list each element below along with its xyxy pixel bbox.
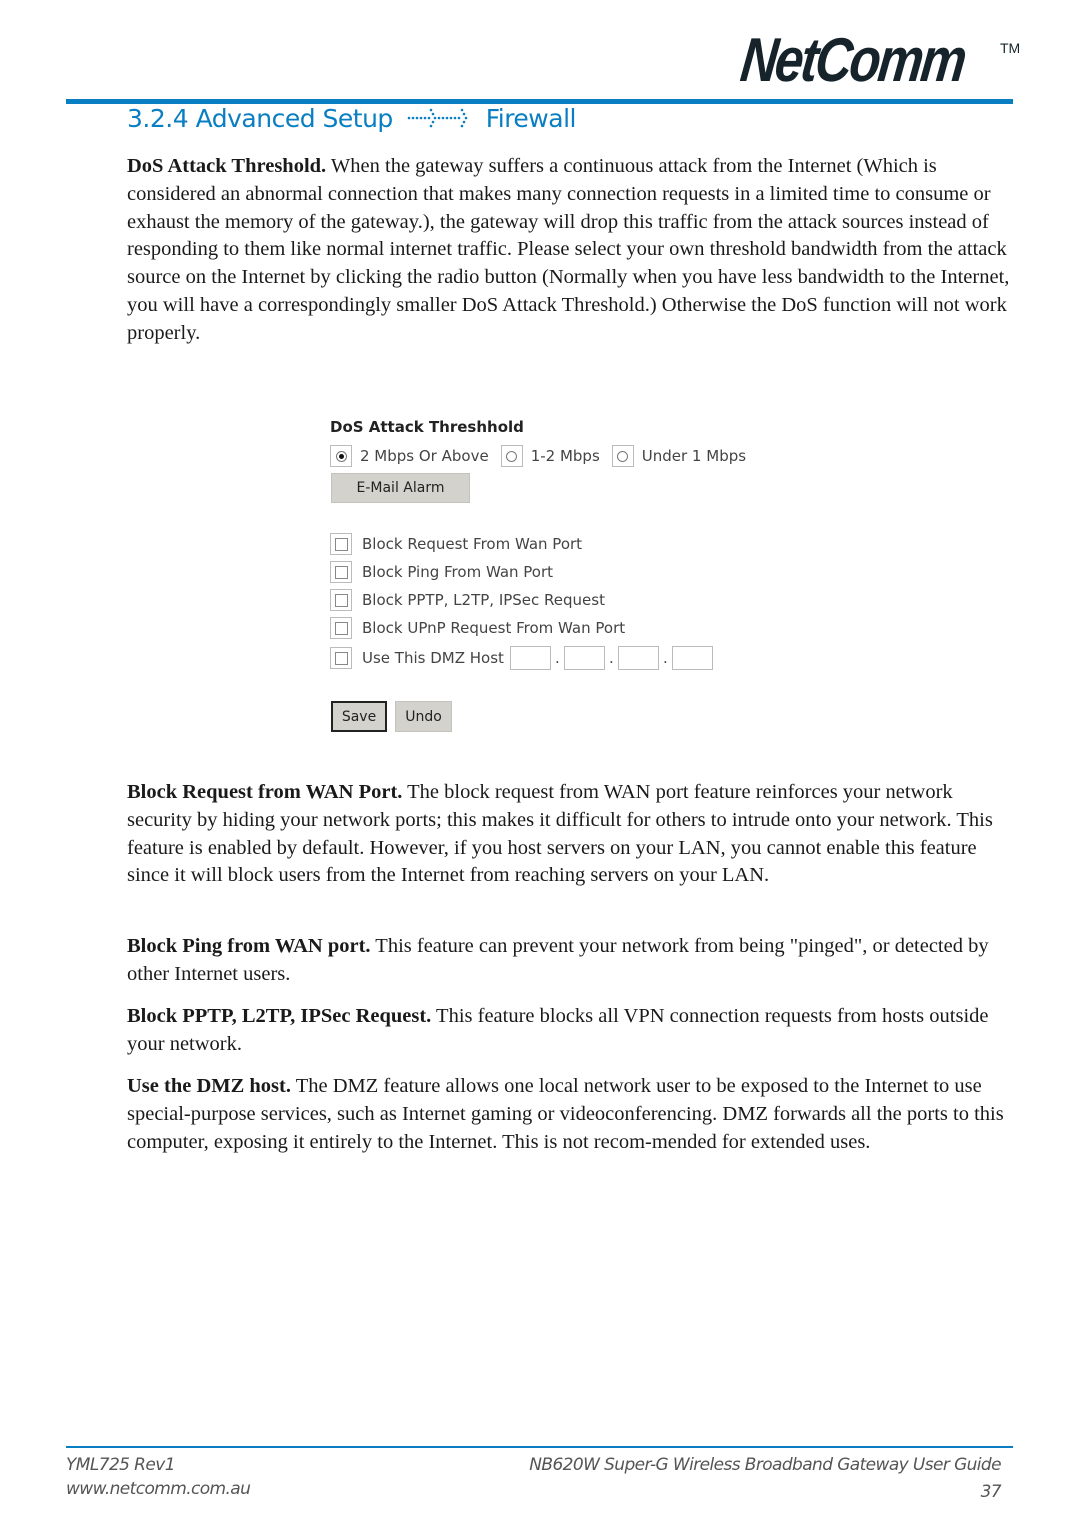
logo-text: NetComm [737,26,969,95]
undo-button[interactable]: Undo [395,701,452,732]
netcomm-logo: NetComm TM [737,26,1025,95]
dmz-ip-octet-3[interactable] [617,646,659,670]
trademark-symbol: TM [1000,40,1021,56]
page-number: 37 [980,1482,1002,1502]
checkbox-label: Use This DMZ Host [362,649,504,667]
dmz-ip-octet-2[interactable] [563,646,605,670]
dmz-ip-octet-1[interactable] [509,646,551,670]
checkbox-row: Block Ping From Wan Port [330,561,553,583]
checkbox-icon [334,651,348,665]
radio-label-1-2mbps: 1-2 Mbps [530,447,600,465]
section-heading: Block Request from WAN Port. [127,781,403,803]
checkbox-icon [334,537,348,551]
section-heading: Use the DMZ host. [127,1075,291,1097]
checkbox-row: Use This DMZ Host . . . [330,646,713,670]
radio-unselected-icon [506,450,518,462]
section-heading: Block PPTP, L2TP, IPSec Request. [127,1005,432,1027]
section-block-ping: Block Ping from WAN port. This feature c… [127,933,1012,989]
checkbox-icon [334,593,348,607]
intro-heading: DoS Attack Threshold. [127,155,327,177]
block-wan-request-checkbox[interactable] [330,533,352,555]
dos-settings-screenshot: DoS Attack Threshhold 2 Mbps Or Above 1-… [330,415,790,745]
intro-paragraph: DoS Attack Threshold. When the gateway s… [127,153,1012,348]
dmz-ip-input-group: . . . [509,646,713,670]
footer-rule [66,1446,1013,1448]
checkbox-row: Block PPTP, L2TP, IPSec Request [330,589,605,611]
breadcrumb-firewall: Firewall [485,104,577,133]
website-link[interactable]: www.netcomm.com.au [66,1479,251,1499]
dotted-arrow-icon [406,106,472,135]
section-title: 3.2.4 Advanced Setup Firewall [127,104,576,135]
section-heading: Block Ping from WAN port. [127,935,371,957]
checkbox-icon [334,565,348,579]
checkbox-label: Block PPTP, L2TP, IPSec Request [362,591,605,609]
block-ping-checkbox[interactable] [330,561,352,583]
checkbox-row: Block Request From Wan Port [330,533,582,555]
checkbox-row: Block UPnP Request From Wan Port [330,617,625,639]
section-dmz-host: Use the DMZ host. The DMZ feature allows… [127,1073,1012,1156]
dmz-ip-octet-4[interactable] [671,646,713,670]
radio-unselected-icon [617,450,629,462]
threshold-radio-group: 2 Mbps Or Above 1-2 Mbps Under 1 Mbps [330,445,758,467]
block-upnp-checkbox[interactable] [330,617,352,639]
radio-1-2mbps[interactable] [500,445,523,467]
checkbox-label: Block Request From Wan Port [362,535,583,553]
block-vpn-checkbox[interactable] [330,589,352,611]
section-block-request: Block Request from WAN Port. The block r… [127,779,1012,890]
email-alarm-button[interactable]: E-Mail Alarm [331,473,470,503]
save-button[interactable]: Save [331,701,387,732]
radio-label-2mbps: 2 Mbps Or Above [360,447,489,465]
breadcrumb-advanced-setup: Advanced Setup [195,104,394,133]
radio-2mbps[interactable] [330,445,352,467]
checkbox-icon [334,621,348,635]
radio-under-1mbps[interactable] [611,445,634,467]
checkbox-label: Block UPnP Request From Wan Port [362,619,626,637]
ip-separator: . [609,649,614,667]
checkbox-label: Block Ping From Wan Port [362,563,554,581]
intro-text: When the gateway suffers a continuous at… [127,155,1010,344]
dos-threshold-title: DoS Attack Threshhold [330,418,524,436]
ip-separator: . [555,649,560,667]
doc-code: YML725 Rev1 [66,1455,176,1475]
radio-label-under-1mbps: Under 1 Mbps [641,447,747,465]
radio-selected-icon [335,450,347,462]
dmz-host-checkbox[interactable] [330,647,352,669]
guide-title: NB620W Super-G Wireless Broadband Gatewa… [529,1455,1001,1475]
ip-separator: . [663,649,668,667]
section-number: 3.2.4 [127,104,189,133]
section-block-vpn: Block PPTP, L2TP, IPSec Request. This fe… [127,1003,1012,1059]
